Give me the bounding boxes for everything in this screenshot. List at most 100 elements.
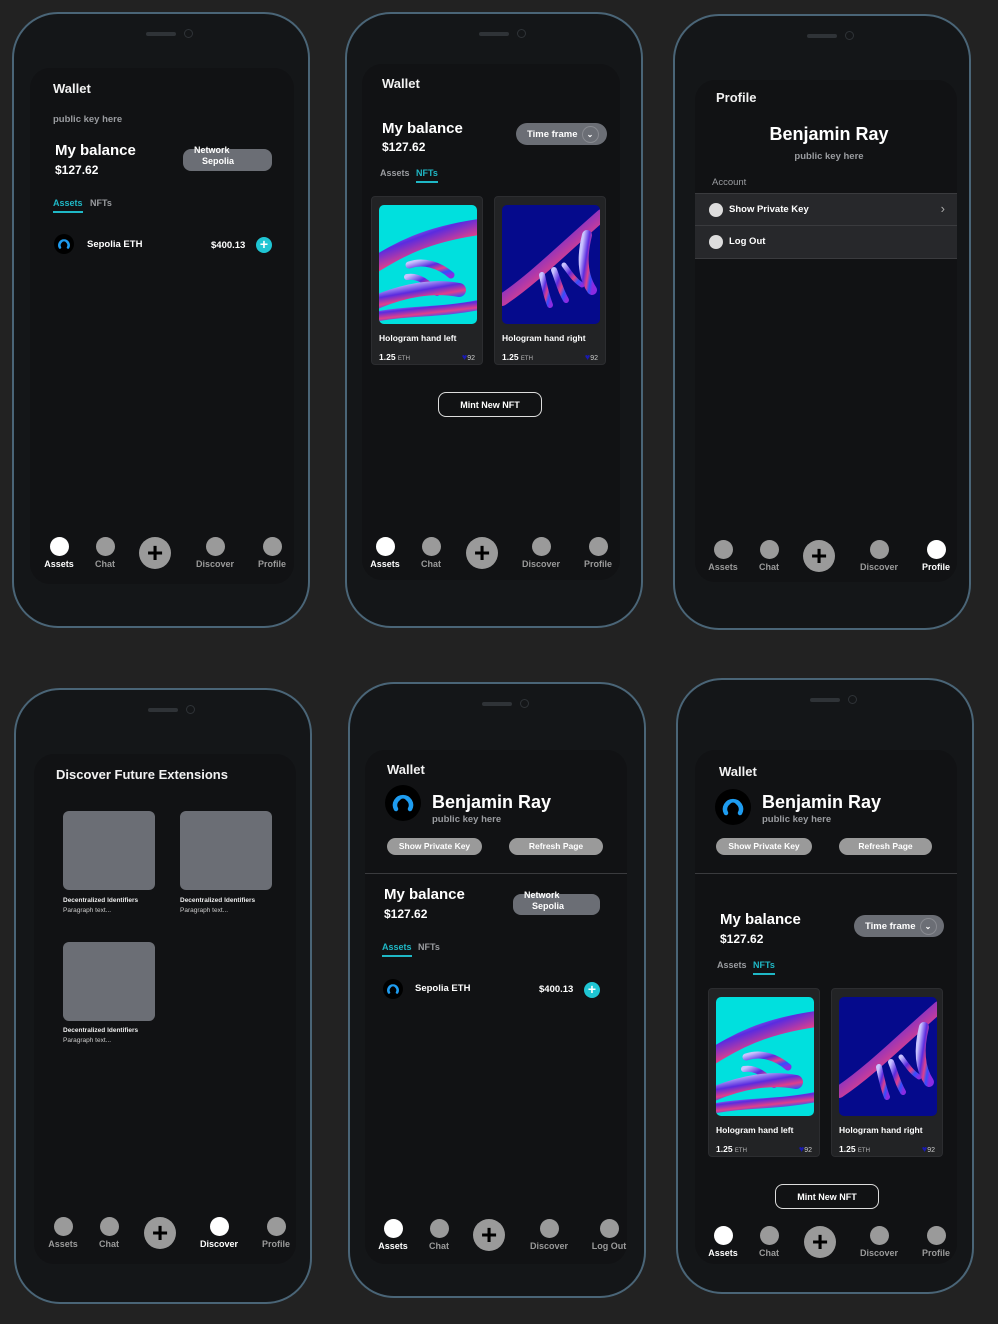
screen-title: Wallet (719, 764, 757, 779)
screen-title: Discover Future Extensions (56, 767, 228, 782)
mint-nft-button[interactable]: Mint New NFT (438, 392, 542, 417)
nav-discover[interactable]: Discover (524, 1219, 574, 1251)
discover-icon (869, 540, 889, 559)
tab-assets[interactable]: Assets (382, 942, 412, 957)
nav-chat[interactable]: Chat (744, 540, 794, 572)
nav-chat[interactable]: Chat (80, 537, 130, 569)
nav-assets[interactable]: Assets (698, 1226, 748, 1258)
add-asset-button[interactable]: + (584, 982, 600, 998)
network-label: Network (194, 145, 230, 155)
tab-nfts[interactable]: NFTs (418, 942, 440, 955)
extension-tile[interactable] (63, 811, 155, 890)
show-private-key-button[interactable]: Show Private Key (716, 838, 812, 855)
nav-label: Chat (759, 562, 779, 572)
nav-label: Profile (261, 1239, 290, 1249)
tile-title: Decentralized Identifiers (180, 897, 256, 904)
tab-nfts[interactable]: NFTs (416, 168, 438, 183)
nav-label: Discover (859, 562, 899, 572)
balance-value: $127.62 (382, 140, 426, 154)
nav-assets[interactable]: Assets (698, 540, 748, 572)
plus-icon[interactable]: + (139, 537, 171, 569)
nav-label: Chat (421, 559, 441, 569)
extension-tile[interactable] (63, 942, 155, 1021)
nav-label: Assets (708, 562, 738, 572)
timeframe-dropdown[interactable]: Time frame ⌄ (854, 915, 944, 937)
assets-icon (383, 1219, 403, 1238)
nft-card[interactable]: Hologram hand left 1.25 ETH ♥92 (371, 196, 483, 365)
timeframe-label: Time frame (527, 128, 578, 140)
nav-label: Chat (99, 1239, 119, 1249)
profile-icon (926, 1226, 946, 1245)
tab-nfts[interactable]: NFTs (90, 198, 112, 211)
log-out-row[interactable]: Log Out (695, 226, 957, 259)
nft-price: 1.25 ETH (379, 352, 410, 362)
phone-profile: Profile Benjamin Ray public key here Acc… (673, 14, 971, 630)
nft-card[interactable]: Hologram hand left 1.25 ETH ♥92 (708, 988, 820, 1157)
chevron-down-icon: ⌄ (581, 125, 599, 143)
network-selector[interactable]: Network Sepolia (183, 145, 272, 171)
nav-label: Assets (378, 1241, 408, 1251)
nav-discover[interactable]: Discover (190, 537, 240, 569)
nav-discover[interactable]: Discover (854, 540, 904, 572)
nav-discover[interactable]: Discover (516, 537, 566, 569)
add-asset-button[interactable]: + (256, 237, 272, 253)
tile-text: Paragraph text... (63, 1037, 112, 1044)
show-private-key-row[interactable]: Show Private Key › (695, 193, 957, 226)
tab-nfts[interactable]: NFTs (753, 960, 775, 975)
nav-chat[interactable]: Chat (744, 1226, 794, 1258)
nft-card[interactable]: Hologram hand right 1.25 ETH ♥92 (494, 196, 606, 365)
nft-image (716, 997, 814, 1116)
nav-profile[interactable]: Profile (911, 540, 961, 572)
refresh-page-button[interactable]: Refresh Page (839, 838, 932, 855)
refresh-page-button[interactable]: Refresh Page (509, 838, 603, 855)
nav-assets[interactable]: Assets (368, 1219, 418, 1251)
nav-log-out[interactable]: Log Out (584, 1219, 634, 1251)
user-avatar-icon (391, 791, 415, 815)
assets-icon (713, 1226, 733, 1245)
nav-profile[interactable]: Profile (251, 1217, 301, 1249)
plus-icon[interactable]: + (804, 1226, 836, 1258)
nft-likes: ♥92 (461, 352, 475, 362)
nft-card[interactable]: Hologram hand right 1.25 ETH ♥92 (831, 988, 943, 1157)
nav-assets[interactable]: Assets (360, 537, 410, 569)
speaker (479, 32, 509, 36)
nav-chat[interactable]: Chat (414, 1219, 464, 1251)
screen (365, 750, 627, 1264)
nav-profile[interactable]: Profile (911, 1226, 961, 1258)
extension-tile[interactable] (180, 811, 272, 890)
tab-assets[interactable]: Assets (53, 198, 83, 213)
nft-likes: ♥92 (798, 1144, 812, 1154)
profile-icon (262, 537, 282, 556)
timeframe-label: Time frame (865, 920, 916, 932)
nav-chat[interactable]: Chat (406, 537, 456, 569)
nav-discover[interactable]: Discover (854, 1226, 904, 1258)
profile-icon (266, 1217, 286, 1236)
nav-profile[interactable]: Profile (247, 537, 297, 569)
nav-chat[interactable]: Chat (84, 1217, 134, 1249)
timeframe-dropdown[interactable]: Time frame ⌄ (516, 123, 607, 145)
nav-label: Discover (195, 559, 235, 569)
nav-profile[interactable]: Profile (573, 537, 623, 569)
nav-discover[interactable]: Discover (194, 1217, 244, 1249)
network-selector[interactable]: Network Sepolia (513, 890, 600, 915)
nav-assets[interactable]: Assets (34, 537, 84, 569)
chat-icon (99, 1217, 119, 1236)
discover-icon (531, 537, 551, 556)
asset-value: $400.13 (211, 240, 246, 251)
camera (520, 699, 529, 708)
nav-label: Assets (48, 1239, 78, 1249)
show-private-key-button[interactable]: Show Private Key (387, 838, 482, 855)
tab-assets[interactable]: Assets (717, 960, 747, 973)
plus-icon[interactable]: + (466, 537, 498, 569)
plus-icon[interactable]: + (803, 540, 835, 572)
public-key: public key here (432, 814, 502, 825)
nav-label: Chat (759, 1248, 779, 1258)
nav-label: Profile (257, 559, 286, 569)
tab-assets[interactable]: Assets (380, 168, 410, 181)
nav-assets[interactable]: Assets (38, 1217, 88, 1249)
mint-nft-button[interactable]: Mint New NFT (775, 1184, 879, 1209)
plus-icon[interactable]: + (144, 1217, 176, 1249)
nav-label: Discover (199, 1239, 239, 1249)
plus-icon[interactable]: + (473, 1219, 505, 1251)
phone-wallet-assets: Wallet public key here My balance $127.6… (12, 12, 310, 628)
